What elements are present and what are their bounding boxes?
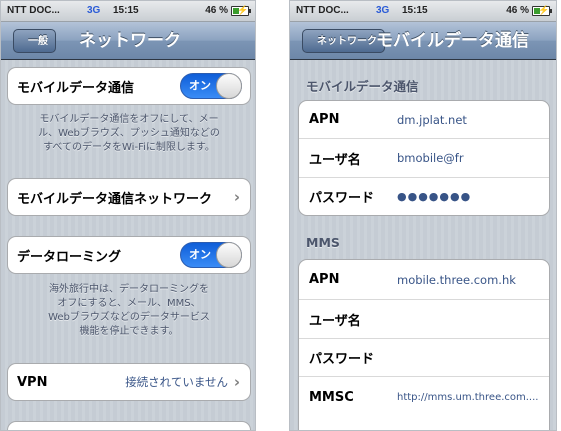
- battery-icon: ⚡: [231, 5, 251, 16]
- clock: 15:15: [402, 5, 428, 16]
- page-title: ネットワーク: [79, 31, 181, 50]
- toggle-knob: [216, 242, 242, 268]
- data-roaming-label: データローミング: [17, 249, 122, 265]
- vpn-row[interactable]: VPN 接続されていません ›: [8, 364, 250, 400]
- mobile-data-label: モバイルデータ通信: [17, 80, 135, 96]
- mobile-data-row: モバイルデータ通信 オン: [8, 68, 250, 104]
- data-roaming-row: データローミング オン: [8, 237, 250, 273]
- mmsc-row[interactable]: MMSC http://mms.um.three.com....: [299, 377, 549, 417]
- mobile-data-group: モバイルデータ通信 オン: [7, 67, 251, 105]
- navigation-bar: 一般 ネットワーク: [1, 22, 255, 60]
- mobile-data-description: モバイルデータ通信をオフにして、メー ル、Webブラウズ、プッシュ通知などの す…: [9, 113, 249, 155]
- mmsc-label: MMSC: [309, 389, 354, 405]
- description-line: オフにすると、メール、MMS、: [57, 298, 201, 309]
- status-bar: NTT DOC... 3G 15:15 46 % ⚡: [290, 1, 556, 22]
- toggle-on-text: オン: [189, 79, 211, 92]
- username-label: ユーザ名: [309, 152, 361, 168]
- vpn-status: 接続されていません: [125, 375, 228, 389]
- roaming-description: 海外旅行中は、データローミングを オフにすると、メール、MMS、 Webブラウズ…: [9, 283, 249, 339]
- description-line: モバイルデータ通信をオフにして、メー: [39, 114, 219, 125]
- apn-label: APN: [309, 112, 340, 127]
- data-roaming-toggle[interactable]: オン: [180, 242, 242, 268]
- password-value: ●●●●●●●: [397, 190, 472, 203]
- apn-value: dm.jplat.net: [397, 112, 467, 127]
- carrier-name: NTT DOC...: [7, 5, 60, 16]
- toggle-on-text: オン: [189, 248, 211, 261]
- mobile-data-toggle[interactable]: オン: [180, 73, 242, 99]
- toggle-knob: [216, 73, 242, 99]
- apn-row[interactable]: APN dm.jplat.net: [299, 101, 549, 139]
- section-header-mms: MMS: [306, 235, 340, 250]
- vpn-label: VPN: [17, 374, 48, 390]
- description-line: 機能を停止できます。: [79, 326, 179, 337]
- network-type: 3G: [87, 5, 101, 16]
- mms-apn-row[interactable]: APN mobile.three.com.hk: [299, 260, 549, 300]
- next-group: [7, 421, 251, 430]
- description-line: Webブラウズなどのデータサービス: [48, 312, 210, 323]
- chevron-right-icon: ›: [233, 188, 240, 206]
- back-button-label: ネットワーク: [317, 36, 377, 47]
- network-type: 3G: [376, 5, 390, 16]
- password-label: パスワード: [309, 191, 375, 206]
- battery-icon: ⚡: [532, 5, 552, 16]
- mms-password-row[interactable]: パスワード: [299, 339, 549, 377]
- mobile-data-network-label: モバイルデータ通信ネットワーク: [17, 191, 213, 207]
- section-header-mobile-data: モバイルデータ通信: [306, 79, 419, 94]
- username-value: bmobile@fr: [397, 151, 464, 165]
- vpn-group: VPN 接続されていません ›: [7, 363, 251, 401]
- mobile-network-group: モバイルデータ通信ネットワーク ›: [7, 178, 251, 216]
- mms-password-label: パスワード: [309, 352, 375, 367]
- mobile-data-network-row[interactable]: モバイルデータ通信ネットワーク ›: [8, 179, 250, 215]
- mobile-data-settings-screen: NTT DOC... 3G 15:15 46 % ⚡ ネットワーク モバイルデー…: [289, 0, 557, 431]
- status-bar: NTT DOC... 3G 15:15 46 % ⚡: [1, 1, 255, 22]
- mms-username-label: ユーザ名: [309, 313, 361, 329]
- network-settings-screen: NTT DOC... 3G 15:15 46 % ⚡ 一般 ネットワーク モバイ…: [0, 0, 256, 431]
- back-button[interactable]: ネットワーク: [302, 29, 385, 53]
- apn-settings-group: APN dm.jplat.net ユーザ名 bmobile@fr パスワード ●…: [298, 100, 550, 216]
- description-line: 海外旅行中は、データローミングを: [49, 284, 209, 295]
- description-line: ル、Webブラウズ、プッシュ通知などの: [38, 128, 220, 139]
- navigation-bar: ネットワーク モバイルデータ通信: [290, 22, 556, 60]
- username-row[interactable]: ユーザ名 bmobile@fr: [299, 139, 549, 178]
- mms-apn-value: mobile.three.com.hk: [397, 272, 516, 287]
- mms-settings-group: APN mobile.three.com.hk ユーザ名 パスワード MMSC …: [298, 259, 550, 430]
- battery-percent: 46 %: [205, 5, 228, 16]
- roaming-group: データローミング オン: [7, 236, 251, 274]
- mms-apn-label: APN: [309, 272, 340, 287]
- battery-status: 46 % ⚡: [506, 1, 552, 21]
- battery-percent: 46 %: [506, 5, 529, 16]
- description-line: すべてのデータをWi-Fiに制限します。: [43, 142, 215, 153]
- back-button-label: 一般: [28, 36, 48, 47]
- chevron-right-icon: ›: [233, 373, 240, 391]
- clock: 15:15: [113, 5, 139, 16]
- back-button[interactable]: 一般: [13, 29, 56, 53]
- password-row[interactable]: パスワード ●●●●●●●: [299, 178, 549, 215]
- mms-username-row[interactable]: ユーザ名: [299, 300, 549, 339]
- page-title: モバイルデータ通信: [376, 31, 529, 50]
- mmsc-value: http://mms.um.three.com....: [397, 391, 539, 403]
- carrier-name: NTT DOC...: [296, 5, 349, 16]
- battery-status: 46 % ⚡: [205, 1, 251, 21]
